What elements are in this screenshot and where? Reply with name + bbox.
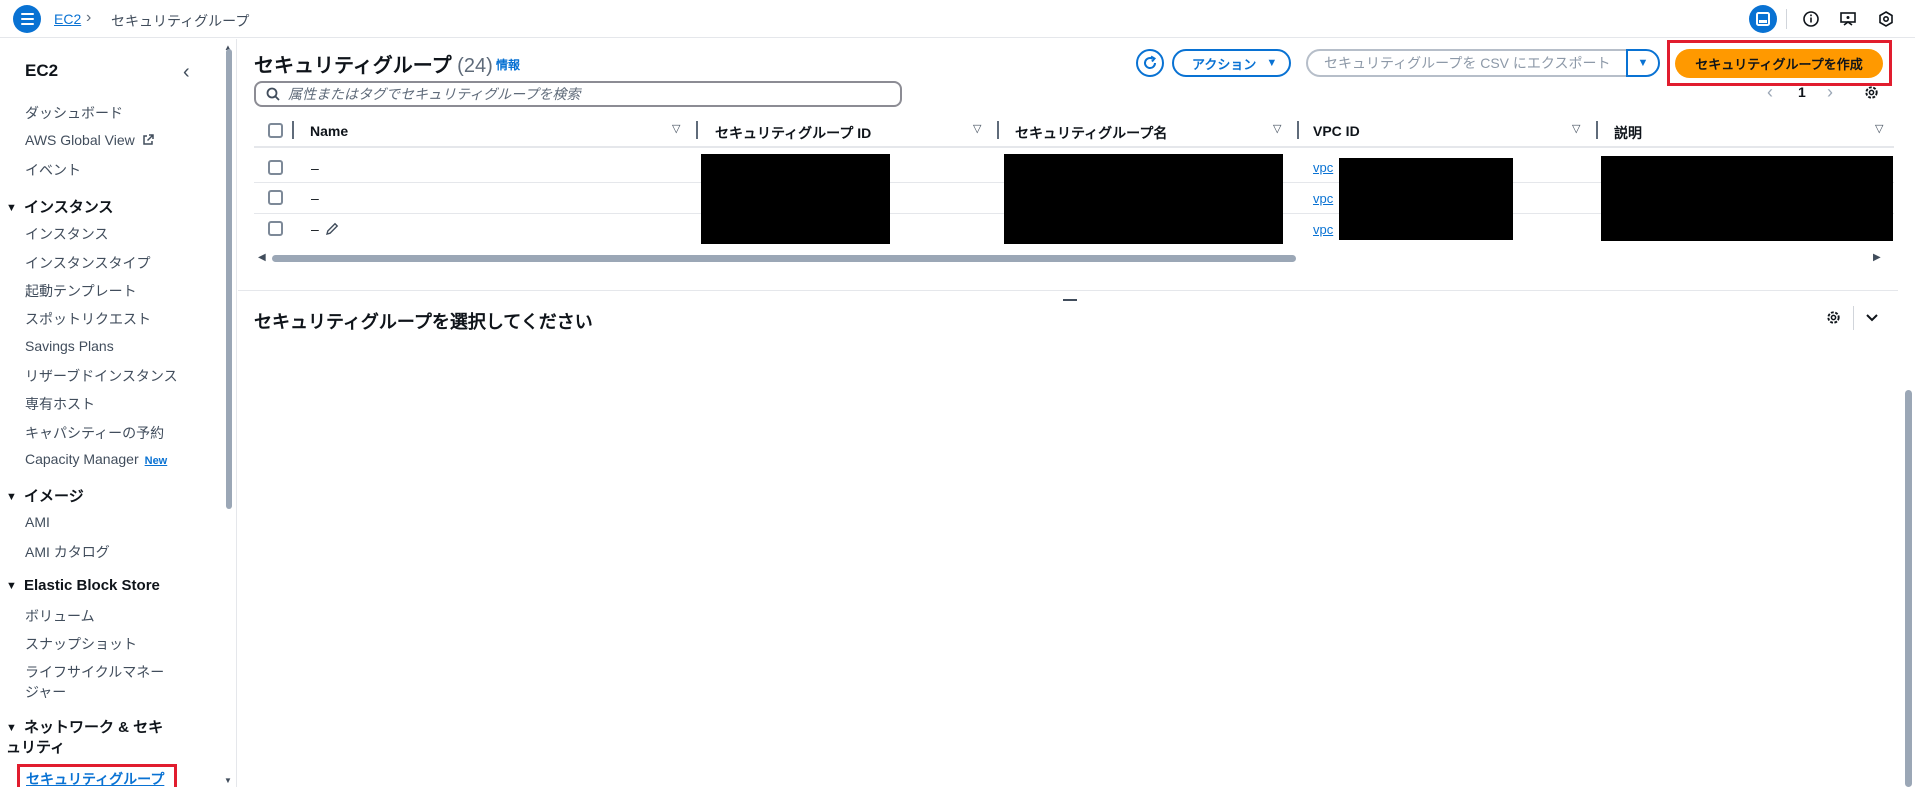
- sidebar-item-instances[interactable]: インスタンス: [25, 224, 108, 244]
- feedback-icon[interactable]: [1837, 8, 1859, 30]
- sidebar-item-lifecycle-manager[interactable]: ライフサイクルマネージャー: [25, 662, 165, 702]
- sidebar-scrollbar[interactable]: [226, 49, 232, 509]
- row-checkbox[interactable]: [268, 160, 283, 175]
- caret-down-icon: ▼: [1266, 57, 1278, 69]
- sort-icon[interactable]: ▽: [672, 122, 680, 135]
- sidebar: EC2 ‹ ダッシュボード AWS Global View イベント ▼ インスタ…: [0, 39, 237, 787]
- split-panel-resize-handle[interactable]: [1063, 299, 1077, 301]
- scroll-down-icon[interactable]: ▼: [224, 776, 232, 785]
- column-header-description[interactable]: 説明: [1614, 123, 1642, 143]
- create-button-highlight: セキュリティグループを作成: [1667, 40, 1892, 86]
- external-link-icon: [142, 134, 154, 145]
- actions-button[interactable]: アクション ▼: [1172, 49, 1292, 77]
- search-icon: [266, 87, 280, 101]
- sort-icon[interactable]: ▽: [1875, 122, 1883, 135]
- sidebar-item-savings-plans[interactable]: Savings Plans: [25, 338, 114, 354]
- export-csv-button[interactable]: セキュリティグループを CSV にエクスポート: [1306, 49, 1628, 77]
- item-count: (24): [457, 55, 493, 77]
- column-header-sg-id[interactable]: セキュリティグループ ID: [715, 123, 871, 143]
- sidebar-item-capacity-reservations[interactable]: キャパシティーの予約: [25, 423, 164, 443]
- redacted-vpc-ids: [1339, 158, 1513, 240]
- row-checkbox[interactable]: [268, 190, 283, 205]
- sidebar-item-security-groups[interactable]: セキュリティグループ: [17, 764, 177, 787]
- breadcrumb-ec2-link[interactable]: EC2: [54, 11, 81, 27]
- settings-hex-icon[interactable]: [1875, 8, 1897, 30]
- caret-down-icon: ▼: [1637, 57, 1649, 69]
- info-link[interactable]: 情報: [496, 56, 520, 73]
- sidebar-item-events[interactable]: イベント: [25, 160, 81, 180]
- panel-toggle-icon[interactable]: [1749, 5, 1777, 33]
- sidebar-item-dedicated-hosts[interactable]: 専有ホスト: [25, 394, 95, 414]
- sidebar-item-capacity-manager[interactable]: Capacity Manager New: [25, 451, 167, 467]
- row-vpc-link[interactable]: vpc: [1313, 191, 1333, 206]
- sidebar-item-reserved-instances[interactable]: リザーブドインスタンス: [25, 366, 178, 386]
- caret-down-icon: ▼: [6, 491, 17, 503]
- redacted-descriptions: [1601, 156, 1893, 241]
- caret-down-icon: ▼: [6, 580, 17, 592]
- table-header: Name ▽ セキュリティグループ ID ▽ セキュリティグループ名 ▽ VPC…: [254, 116, 1894, 146]
- sidebar-item-ami-catalog[interactable]: AMI カタログ: [25, 542, 110, 562]
- sidebar-section-instances[interactable]: ▼ インスタンス: [6, 196, 113, 217]
- row-name: –: [311, 160, 319, 176]
- sort-icon[interactable]: ▽: [973, 122, 981, 135]
- main-scrollbar[interactable]: [1905, 390, 1912, 787]
- table-settings-icon[interactable]: [1863, 84, 1880, 104]
- sidebar-section-network-security[interactable]: ▼ ネットワーク & セキュリティ: [6, 718, 171, 758]
- sidebar-item-label: AWS Global View: [25, 132, 135, 148]
- sidebar-item-label: セキュリティグループ: [26, 771, 165, 787]
- scroll-left-icon[interactable]: ◀: [258, 252, 266, 263]
- refresh-icon: [1144, 55, 1157, 69]
- sidebar-item-dashboard[interactable]: ダッシュボード: [25, 103, 123, 123]
- sidebar-item-instance-types[interactable]: インスタンスタイプ: [25, 253, 150, 273]
- breadcrumb-current: セキュリティグループ: [111, 13, 250, 29]
- column-header-sg-name[interactable]: セキュリティグループ名: [1015, 123, 1167, 143]
- redacted-sg-names: [1004, 154, 1283, 244]
- menu-icon[interactable]: [13, 5, 41, 33]
- column-header-vpc-id[interactable]: VPC ID: [1313, 123, 1360, 139]
- sidebar-section-images[interactable]: ▼ イメージ: [6, 485, 84, 506]
- sidebar-item-label: Capacity Manager: [25, 451, 139, 467]
- sidebar-item-volumes[interactable]: ボリューム: [25, 606, 95, 626]
- sort-icon[interactable]: ▽: [1273, 122, 1281, 135]
- search-input[interactable]: 属性またはタグでセキュリティグループを検索: [254, 81, 902, 107]
- redacted-sg-ids: [701, 154, 890, 244]
- row-name: –: [311, 221, 339, 237]
- chevron-down-icon[interactable]: [1864, 309, 1880, 328]
- sidebar-item-ami[interactable]: AMI: [25, 514, 50, 530]
- sidebar-item-snapshots[interactable]: スナップショット: [25, 634, 137, 654]
- pagination-next-icon[interactable]: ›: [1827, 82, 1833, 103]
- top-navigation-bar: EC2 › セキュリティグループ: [0, 0, 1915, 38]
- row-vpc-link[interactable]: vpc: [1313, 222, 1333, 237]
- row-vpc-link[interactable]: vpc: [1313, 160, 1333, 175]
- create-security-group-button[interactable]: セキュリティグループを作成: [1675, 49, 1883, 78]
- export-dropdown-button[interactable]: ▼: [1626, 49, 1660, 77]
- sidebar-title: EC2: [25, 61, 59, 80]
- row-checkbox[interactable]: [268, 221, 283, 236]
- caret-down-icon: ▼: [6, 202, 17, 214]
- sidebar-item-spot-requests[interactable]: スポットリクエスト: [25, 309, 151, 329]
- sidebar-close-icon[interactable]: ‹: [183, 61, 190, 84]
- edit-pencil-icon[interactable]: [325, 222, 339, 236]
- sort-icon[interactable]: ▽: [1572, 122, 1580, 135]
- select-all-checkbox[interactable]: [268, 123, 283, 138]
- info-icon[interactable]: [1800, 8, 1822, 30]
- scroll-right-icon[interactable]: ▶: [1873, 252, 1881, 263]
- column-header-name[interactable]: Name: [310, 123, 348, 139]
- sidebar-section-ebs[interactable]: ▼ Elastic Block Store: [6, 577, 160, 594]
- breadcrumb-separator: ›: [86, 9, 92, 26]
- pagination-prev-icon[interactable]: ‹: [1767, 82, 1773, 103]
- new-badge: New: [144, 455, 168, 467]
- pagination-page[interactable]: 1: [1798, 84, 1806, 100]
- caret-down-icon: ▼: [6, 722, 17, 734]
- page-title: セキュリティグループ (24): [254, 55, 493, 77]
- detail-panel-title: セキュリティグループを選択してください: [254, 312, 593, 332]
- table-horizontal-scrollbar[interactable]: [272, 255, 1296, 262]
- sidebar-item-launch-templates[interactable]: 起動テンプレート: [25, 281, 137, 301]
- detail-settings-icon[interactable]: [1825, 309, 1842, 329]
- refresh-button[interactable]: [1136, 49, 1164, 77]
- row-name: –: [311, 190, 319, 206]
- sidebar-item-global-view[interactable]: AWS Global View: [25, 132, 154, 148]
